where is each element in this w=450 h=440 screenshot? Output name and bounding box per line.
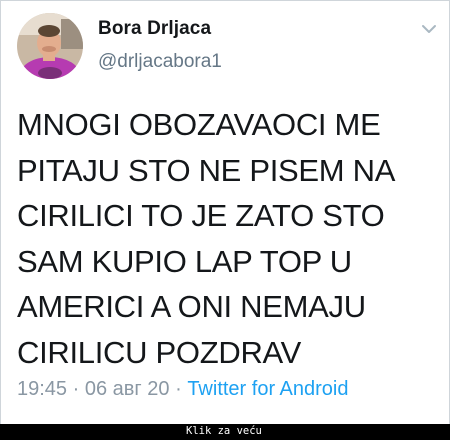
chevron-down-icon[interactable]: [421, 23, 437, 35]
tweet-text-line: CIRILICI TO JE ZATO STO: [17, 198, 385, 233]
profile-photo-icon: [17, 13, 83, 79]
meta-separator: ·: [72, 378, 80, 400]
tweet-source-link[interactable]: Twitter for Android: [187, 378, 348, 400]
tweet-date[interactable]: 06 авг 20: [85, 378, 170, 400]
user-handle[interactable]: @drljacabora1: [98, 51, 222, 73]
tweet-text-line: MNOGI OBOZAVAOCI ME: [17, 107, 381, 142]
tweet-text: MNOGI OBOZAVAOCI ME PITAJU STO NE PISEM …: [17, 102, 447, 375]
tweet-text-line: PITAJU STO NE PISEM NA: [17, 152, 396, 188]
meta-separator: ·: [175, 378, 182, 400]
tweet-text-line: AMERICI A ONI NEMAJU: [17, 289, 366, 324]
image-footer: Klik za veću: [0, 424, 450, 440]
enlarge-link[interactable]: Klik za veću: [186, 425, 262, 437]
tweet-text-line: CIRILICU POZDRAV: [17, 334, 301, 370]
tweet-time[interactable]: 19:45: [17, 378, 67, 400]
tweet-metadata: 19:45 · 06 авг 20 · Twitter for Android: [17, 378, 349, 401]
tweet-card: Bora Drljaca @drljacabora1 MNOGI OBOZAVA…: [0, 0, 450, 426]
avatar[interactable]: [17, 13, 83, 79]
display-name[interactable]: Bora Drljaca: [98, 18, 211, 40]
tweet-text-line: SAM KUPIO LAP TOP U: [17, 243, 352, 279]
